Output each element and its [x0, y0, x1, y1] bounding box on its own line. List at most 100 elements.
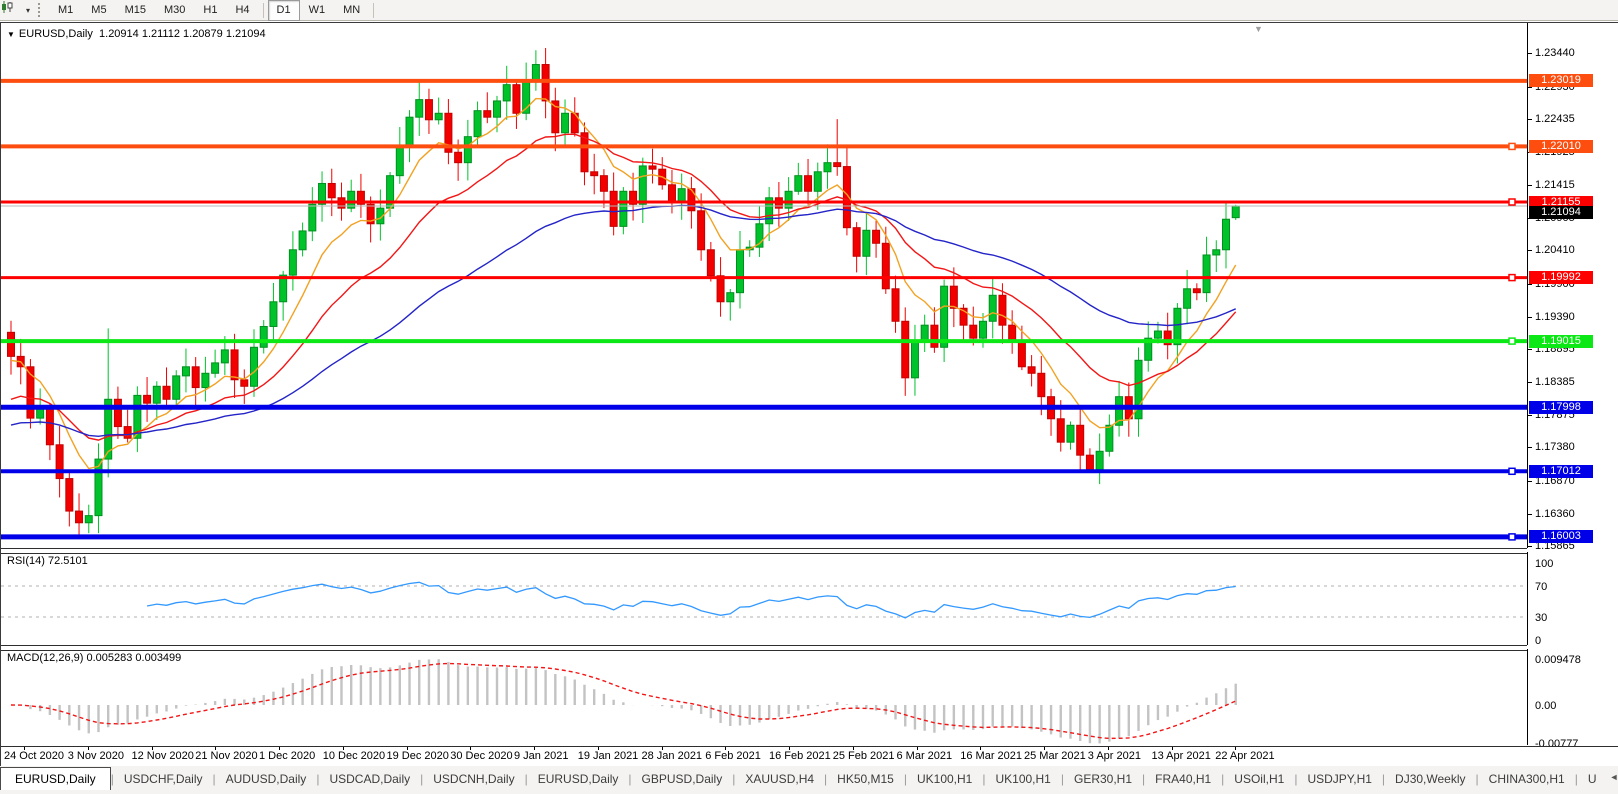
chart-tab-dj30-weekly[interactable]: DJ30,Weekly	[1385, 768, 1475, 790]
timeframe-button-d1[interactable]: D1	[267, 0, 300, 21]
chart-tab-china300-h1[interactable]: CHINA300,H1	[1479, 768, 1575, 790]
rsi-pane[interactable]: RSI(14) 72.5101	[1, 552, 1528, 645]
timeframe-button-m30[interactable]: M30	[155, 0, 194, 21]
candle-body	[881, 242, 890, 290]
timeframe-button-mn[interactable]: MN	[334, 0, 369, 21]
chart-tab-xauusd-h4[interactable]: XAUUSD,H4	[735, 768, 824, 790]
level-line-handle[interactable]	[1508, 533, 1516, 541]
candlestick-chart-icon	[2, 1, 13, 13]
timeframe-button-m15[interactable]: M15	[116, 0, 155, 21]
price-tick-label: 1.17380	[1535, 441, 1575, 454]
candle-body	[1202, 254, 1211, 294]
chart-tab-eurusd-daily[interactable]: EURUSD,Daily	[528, 768, 629, 790]
candle-body	[1027, 366, 1036, 374]
level-line-handle[interactable]	[1508, 142, 1516, 151]
candle-body	[181, 366, 190, 377]
candle-body	[813, 171, 822, 192]
candle-body	[1076, 424, 1085, 456]
candle-body	[502, 84, 511, 102]
candle-body	[794, 175, 803, 192]
candle-body	[75, 510, 84, 524]
candle-body	[473, 110, 482, 138]
symbol-dropdown-icon[interactable]: ▼	[7, 30, 15, 39]
candle-body	[872, 229, 881, 244]
date-label: 21 Nov 2020	[195, 750, 258, 762]
toolbar-grip[interactable]	[38, 3, 45, 17]
date-label: 30 Dec 2020	[450, 750, 513, 762]
price-tick-label: 1.21415	[1535, 179, 1575, 192]
chart-window: ▼ ▼ EURUSD,Daily 1.20914 1.21112 1.20879 …	[0, 22, 1618, 767]
candle-body	[288, 249, 297, 276]
rsi-scale-label: 70	[1535, 580, 1548, 593]
level-line-handle[interactable]	[1508, 198, 1516, 206]
axis-tick	[1528, 250, 1532, 252]
timeframe-button-m5[interactable]: M5	[82, 0, 115, 21]
price-level-label: 1.17012	[1529, 464, 1593, 478]
candle-body	[1066, 424, 1075, 443]
tab-scroll-left-icon[interactable]: ◄	[1609, 772, 1618, 782]
chart-tab-eurusd-daily[interactable]: EURUSD,Daily	[0, 767, 111, 790]
chart-tab-ger30-h1[interactable]: GER30,H1	[1064, 768, 1142, 790]
date-label: 28 Jan 2021	[641, 750, 703, 762]
macd-pane[interactable]: MACD(12,26,9) 0.005283 0.003499	[1, 649, 1528, 745]
chart-tab-audusd-daily[interactable]: AUDUSD,Daily	[216, 768, 317, 790]
chart-tab-usoil-h1[interactable]: USOil,H1	[1224, 768, 1294, 790]
chart-type-dropdown-caret[interactable]: ▾	[22, 6, 34, 15]
chart-tab-uk100-h1[interactable]: UK100,H1	[907, 768, 982, 790]
chart-tab-fra40-h1[interactable]: FRA40,H1	[1145, 768, 1221, 790]
price-pane[interactable]: ▼ EURUSD,Daily 1.20914 1.21112 1.20879 1.…	[1, 23, 1528, 548]
candle-body	[1222, 218, 1230, 251]
candle-body	[697, 210, 706, 251]
time-axis[interactable]: 24 Oct 2020 3 Nov 2020 12 Nov 2020 21 Nov 2…	[1, 746, 1618, 766]
level-line-handle[interactable]	[1508, 337, 1516, 345]
chart-tab-usdjpy-h1[interactable]: USDJPY,H1	[1297, 768, 1381, 790]
candle-body	[862, 229, 871, 257]
timeframe-buttons: M1 M5 M15 M30 H1 H4 D1 W1 MN	[49, 0, 378, 21]
chart-tab-uk100-h1[interactable]: UK100,H1	[985, 768, 1060, 790]
date-label: 19 Jan 2021	[577, 750, 639, 762]
candle-body	[969, 324, 978, 339]
candle-body	[1212, 249, 1221, 256]
timeframe-button-h1[interactable]: H1	[194, 0, 226, 21]
axis-tick	[1528, 348, 1532, 350]
chart-tab-gbpusd-daily[interactable]: GBPUSD,Daily	[632, 768, 733, 790]
price-axis[interactable]: 1.234401.229301.224351.219251.214151.209…	[1528, 23, 1618, 750]
candle-body	[259, 325, 268, 348]
price-tick-label: 1.23440	[1535, 47, 1575, 60]
date-label: 12 Nov 2020	[131, 750, 194, 762]
date-label: 16 Mar 2021	[960, 750, 1023, 762]
chart-tab-usdcnh-daily[interactable]: USDCNH,Daily	[423, 768, 524, 790]
candle-body	[1056, 418, 1065, 443]
timeframe-button-h4[interactable]: H4	[226, 0, 258, 21]
candle-body	[454, 151, 463, 164]
rsi-label: RSI(14) 72.5101	[7, 555, 88, 567]
candle-body	[736, 249, 744, 294]
scroll-to-end-caret[interactable]: ▼	[1254, 24, 1263, 34]
candle-body	[493, 100, 501, 118]
chart-tab-usdcad-daily[interactable]: USDCAD,Daily	[319, 768, 420, 790]
candle-body	[1008, 324, 1017, 342]
date-label: 25 Mar 2021	[1024, 750, 1086, 762]
rsi-scale-label: 0	[1535, 635, 1542, 648]
chart-tab-usdchf-daily[interactable]: USDCHF,Daily	[114, 768, 213, 790]
candlestick-chart[interactable]	[1, 23, 1527, 548]
candle-body	[1095, 450, 1104, 470]
price-tick-label: 1.19390	[1535, 310, 1575, 323]
level-line-handle[interactable]	[1508, 467, 1516, 476]
candle-body	[55, 444, 64, 480]
chart-type-icon[interactable]	[2, 1, 22, 18]
chart-tab-u[interactable]: U	[1578, 768, 1607, 790]
candle-body	[483, 110, 492, 118]
chart-tabs: EURUSD,Daily | USDCHF,Daily | AUDUSD,Daily | U…	[0, 766, 1606, 790]
candle-body	[162, 385, 171, 400]
candle-body	[551, 100, 560, 134]
chart-tab-hk50-m15[interactable]: HK50,M15	[827, 768, 904, 790]
candle-body	[434, 112, 443, 121]
level-line-handle[interactable]	[1508, 273, 1516, 282]
candle-body	[833, 162, 842, 168]
timeframe-button-w1[interactable]: W1	[300, 0, 335, 21]
timeframe-button-m1[interactable]: M1	[49, 0, 82, 21]
candle-body	[327, 182, 336, 199]
candle-body	[7, 331, 15, 357]
chart-title-ohlc: 1.20914 1.21112 1.20879 1.21094	[99, 28, 266, 40]
